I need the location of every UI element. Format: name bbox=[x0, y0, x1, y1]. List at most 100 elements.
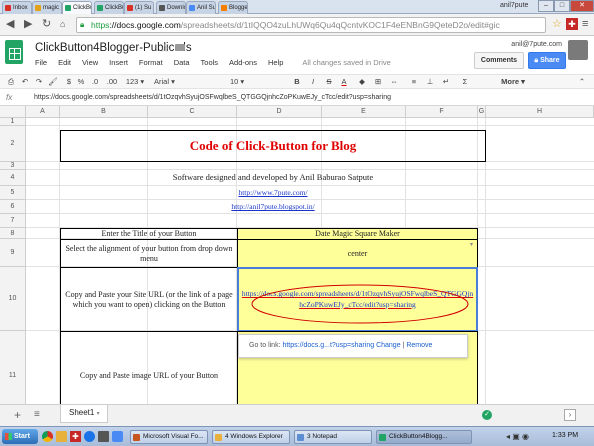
percent-button[interactable]: % bbox=[76, 76, 86, 88]
column-header[interactable]: G bbox=[478, 106, 486, 118]
row-header[interactable]: 4 bbox=[0, 170, 26, 186]
extension-icon[interactable]: ✚ bbox=[566, 18, 578, 30]
column-header[interactable]: F bbox=[406, 106, 478, 118]
link-change-button[interactable]: Change bbox=[376, 342, 401, 349]
folder-icon[interactable] bbox=[175, 44, 185, 51]
row-header[interactable]: 2 bbox=[0, 126, 26, 162]
browser-tab[interactable]: Blogge bbox=[218, 1, 248, 14]
browser-tab[interactable]: magic bbox=[32, 1, 62, 14]
decrease-decimal-button[interactable]: .0 bbox=[89, 76, 101, 88]
share-button[interactable]: 🔒︎ Share bbox=[528, 52, 566, 69]
collapse-icon[interactable]: ⌃ bbox=[576, 76, 588, 88]
blog-link[interactable]: http://anil7pute.blogspot.in/ bbox=[60, 200, 486, 214]
functions-icon[interactable]: Σ bbox=[458, 76, 472, 88]
print-icon[interactable]: ⎙ bbox=[6, 76, 16, 88]
menu-item[interactable]: Data bbox=[174, 58, 190, 67]
minimize-icon[interactable]: – bbox=[538, 0, 554, 12]
menu-item[interactable]: Tools bbox=[201, 58, 219, 67]
alignment-label-cell[interactable]: Select the alignment of your button from… bbox=[60, 239, 238, 268]
column-header[interactable]: D bbox=[237, 106, 322, 118]
forward-icon[interactable]: ▶ bbox=[24, 19, 32, 30]
font-select[interactable]: Arial ▾ bbox=[154, 76, 204, 88]
fill-color-icon[interactable]: ◆ bbox=[356, 76, 368, 88]
row-header[interactable]: 5 bbox=[0, 186, 26, 200]
image-url-label-cell[interactable]: Copy and Paste image URL of your Button bbox=[60, 331, 238, 404]
close-icon[interactable]: ✕ bbox=[570, 0, 594, 12]
menu-item[interactable]: View bbox=[82, 58, 98, 67]
row-header[interactable]: 6 bbox=[0, 200, 26, 214]
column-header[interactable]: B bbox=[60, 106, 148, 118]
home-icon[interactable]: ⌂ bbox=[60, 19, 65, 30]
more-button[interactable]: More ▾ bbox=[500, 76, 526, 88]
menu-item[interactable]: Edit bbox=[58, 58, 71, 67]
menu-item[interactable]: Insert bbox=[109, 58, 128, 67]
wrap-icon[interactable]: ↵ bbox=[440, 76, 452, 88]
browser-user[interactable]: anil7pute bbox=[500, 2, 528, 9]
browser-tab[interactable]: Anil Su bbox=[186, 1, 216, 14]
clock[interactable]: 1:33 PM bbox=[552, 432, 578, 439]
strikethrough-button[interactable]: S bbox=[324, 76, 334, 88]
vertical-align-icon[interactable]: ⊥ bbox=[424, 76, 436, 88]
tray-icons[interactable]: ◂ ▣ ◉ bbox=[506, 432, 529, 441]
site-url-label-cell[interactable]: Copy and Paste your Site URL (or the lin… bbox=[60, 267, 238, 332]
paint-format-icon[interactable]: 🖌︎ bbox=[48, 76, 58, 88]
browser-tab[interactable]: Downlo bbox=[156, 1, 186, 14]
back-icon[interactable]: ◀ bbox=[6, 19, 14, 30]
sheets-logo-icon[interactable] bbox=[5, 40, 23, 64]
quicklaunch-icon[interactable] bbox=[112, 431, 123, 442]
column-header[interactable]: A bbox=[26, 106, 60, 118]
avatar[interactable] bbox=[568, 40, 588, 60]
explorer-icon[interactable] bbox=[56, 431, 67, 442]
dropdown-arrow-icon[interactable]: ▾ bbox=[470, 241, 473, 248]
bold-button[interactable]: B bbox=[292, 76, 302, 88]
taskbar-item[interactable]: 4 Windows Explorer bbox=[212, 430, 290, 444]
menu-item[interactable]: Help bbox=[268, 58, 283, 67]
redo-icon[interactable]: ↷ bbox=[34, 76, 44, 88]
add-sheet-button[interactable]: + bbox=[14, 408, 21, 422]
menu-item[interactable]: Format bbox=[139, 58, 163, 67]
link-popup-url[interactable]: https://docs.g...t?usp=sharing bbox=[282, 342, 374, 349]
explore-icon[interactable]: › bbox=[564, 409, 576, 421]
sheet-tab-sheet1[interactable]: Sheet1 ▾ bbox=[60, 405, 108, 423]
text-color-button[interactable]: A bbox=[339, 76, 349, 88]
address-bar[interactable]: 🔒︎ https://docs.google.com/spreadsheets/… bbox=[76, 17, 546, 33]
browser-tab[interactable]: (1) Su bbox=[124, 1, 154, 14]
chrome-icon[interactable] bbox=[42, 431, 53, 442]
sheet-list-button[interactable]: ≡ bbox=[34, 409, 40, 420]
sheet-title-cell[interactable]: Code of Click-Button for Blog bbox=[60, 130, 486, 162]
currency-icon[interactable]: $ bbox=[64, 76, 74, 88]
font-size-select[interactable]: 10 ▾ bbox=[230, 76, 260, 88]
browser-tab[interactable]: Inbox bbox=[2, 1, 32, 14]
start-button[interactable]: Start bbox=[2, 429, 38, 444]
increase-decimal-button[interactable]: .00 bbox=[104, 76, 120, 88]
taskbar-item[interactable]: Microsoft Visual Fo... bbox=[130, 430, 208, 444]
bookmark-star-icon[interactable]: ☆ bbox=[552, 19, 562, 30]
star-icon[interactable]: ☆ bbox=[160, 42, 170, 55]
formula-input[interactable]: https://docs.google.com/spreadsheets/d/1… bbox=[34, 94, 391, 101]
number-format-button[interactable]: 123 ▾ bbox=[124, 76, 146, 88]
column-header[interactable]: E bbox=[322, 106, 406, 118]
row-header[interactable]: 7 bbox=[0, 214, 26, 228]
reload-icon[interactable]: ↻ bbox=[42, 19, 51, 30]
app-shortcut-icon[interactable]: ✚ bbox=[70, 431, 81, 442]
align-icon[interactable]: ≡ bbox=[408, 76, 420, 88]
row-header[interactable]: 1 bbox=[0, 118, 26, 126]
link-remove-button[interactable]: Remove bbox=[406, 342, 432, 349]
column-header[interactable]: H bbox=[486, 106, 594, 118]
row-header[interactable]: 8 bbox=[0, 228, 26, 239]
comments-button[interactable]: Comments bbox=[474, 52, 524, 69]
website-link[interactable]: http://www.7pute.com/ bbox=[60, 186, 486, 200]
borders-icon[interactable]: ⊞ bbox=[372, 76, 384, 88]
browser-tab[interactable]: ClickBu bbox=[94, 1, 124, 14]
browser-tab[interactable]: ClickBu bbox=[62, 1, 92, 14]
undo-icon[interactable]: ↶ bbox=[20, 76, 30, 88]
explore-check-icon[interactable]: ✓ bbox=[482, 410, 492, 420]
row-header[interactable]: 9 bbox=[0, 239, 26, 267]
maximize-icon[interactable]: □ bbox=[554, 0, 570, 12]
row-header[interactable]: 11 bbox=[0, 331, 26, 404]
select-all-corner[interactable] bbox=[0, 106, 26, 118]
merge-cells-icon[interactable]: ⇔ bbox=[388, 76, 400, 88]
row-header[interactable]: 10 bbox=[0, 267, 26, 331]
taskbar-item[interactable]: 3 Notepad bbox=[294, 430, 372, 444]
column-header[interactable]: C bbox=[148, 106, 237, 118]
